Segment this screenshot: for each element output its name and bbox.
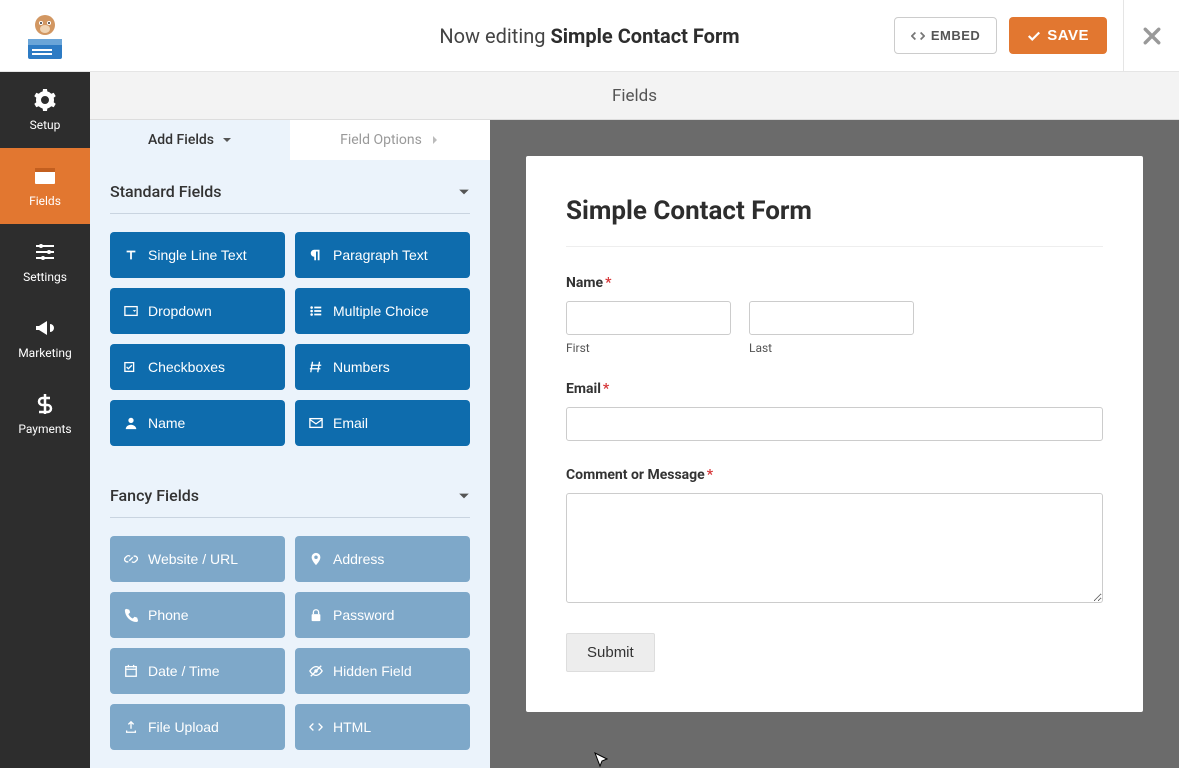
nav-label: Settings [23,270,67,284]
field-website[interactable]: Website / URL [110,536,285,582]
nav-label: Payments [18,422,71,436]
hash-icon [309,360,323,374]
nav-label: Setup [30,118,61,132]
field-file-upload[interactable]: File Upload [110,704,285,750]
checkbox-icon [124,360,138,374]
upload-icon [124,720,138,734]
sidebar-nav: Setup Fields Settings Marketing Payments [0,72,90,768]
field-dropdown[interactable]: Dropdown [110,288,285,334]
save-button[interactable]: SAVE [1009,17,1107,54]
nav-settings[interactable]: Settings [0,224,90,300]
map-pin-icon [309,552,323,566]
name-label: Name* [566,275,1103,291]
email-input[interactable] [566,407,1103,441]
dollar-icon [33,392,57,416]
last-name-input[interactable] [749,301,914,335]
gear-icon [33,88,57,112]
chevron-down-icon [458,490,470,502]
field-hidden[interactable]: Hidden Field [295,648,470,694]
field-single-line-text[interactable]: Single Line Text [110,232,285,278]
field-datetime[interactable]: Date / Time [110,648,285,694]
group-fancy-header[interactable]: Fancy Fields [110,464,470,518]
user-icon [124,416,138,430]
phone-icon [124,608,138,622]
field-name-row[interactable]: Name* First Last [566,275,1103,355]
sliders-icon [33,240,57,264]
calendar-icon [124,664,138,678]
app-logo [0,0,90,72]
embed-button[interactable]: EMBED [894,17,997,54]
field-email[interactable]: Email [295,400,470,446]
header-title: Now editing Simple Contact Form [439,24,739,48]
nav-setup[interactable]: Setup [0,72,90,148]
fields-panel: Add Fields Field Options Standard Fields [90,120,490,768]
paragraph-icon [309,248,323,262]
submit-button[interactable]: Submit [566,633,655,672]
email-label: Email* [566,381,1103,397]
text-icon [124,248,138,262]
nav-fields[interactable]: Fields [0,148,90,224]
form-preview: Simple Contact Form Name* First [490,120,1179,768]
field-name[interactable]: Name [110,400,285,446]
form-title: Simple Contact Form [566,196,1103,247]
form-card[interactable]: Simple Contact Form Name* First [526,156,1143,712]
chevron-down-icon [458,186,470,198]
field-address[interactable]: Address [295,536,470,582]
form-icon [33,164,57,188]
dropdown-icon [124,304,138,318]
comment-label: Comment or Message* [566,467,1103,483]
field-html[interactable]: HTML [295,704,470,750]
close-icon [1143,27,1161,45]
section-title: Fields [90,72,1179,120]
field-password[interactable]: Password [295,592,470,638]
nav-label: Fields [29,194,61,208]
close-button[interactable] [1123,0,1179,72]
code-icon [911,29,925,43]
first-sublabel: First [566,341,731,355]
field-email-row[interactable]: Email* [566,381,1103,441]
field-checkboxes[interactable]: Checkboxes [110,344,285,390]
last-sublabel: Last [749,341,914,355]
code-icon [309,720,323,734]
field-phone[interactable]: Phone [110,592,285,638]
bullhorn-icon [33,316,57,340]
chevron-right-icon [430,135,440,145]
header: Now editing Simple Contact Form EMBED SA… [0,0,1179,72]
eye-slash-icon [309,664,323,678]
nav-payments[interactable]: Payments [0,376,90,452]
list-icon [309,304,323,318]
check-icon [1027,29,1041,43]
field-comment-row[interactable]: Comment or Message* [566,467,1103,607]
tab-add-fields[interactable]: Add Fields [90,120,290,160]
nav-label: Marketing [18,346,72,360]
chevron-down-icon [222,135,232,145]
nav-marketing[interactable]: Marketing [0,300,90,376]
comment-textarea[interactable] [566,493,1103,603]
field-paragraph-text[interactable]: Paragraph Text [295,232,470,278]
link-icon [124,552,138,566]
field-numbers[interactable]: Numbers [295,344,470,390]
field-multiple-choice[interactable]: Multiple Choice [295,288,470,334]
group-standard-header[interactable]: Standard Fields [110,160,470,214]
envelope-icon [309,416,323,430]
tab-field-options[interactable]: Field Options [290,120,490,160]
first-name-input[interactable] [566,301,731,335]
lock-icon [309,608,323,622]
